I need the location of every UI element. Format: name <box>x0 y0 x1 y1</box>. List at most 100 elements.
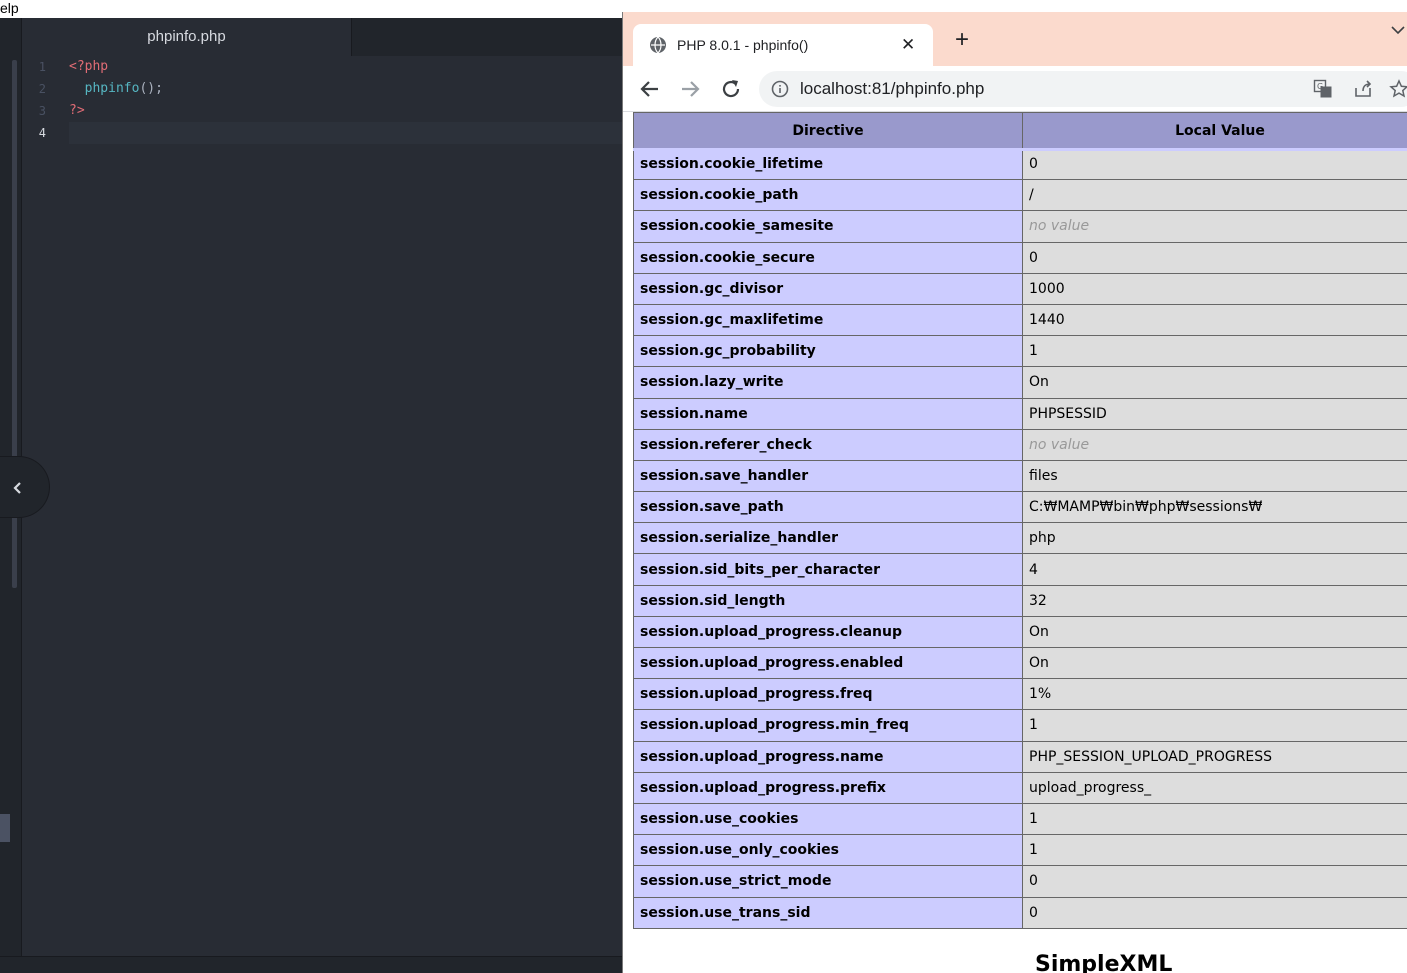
translate-icon[interactable]: G <box>1313 79 1333 99</box>
code-line-active[interactable] <box>69 122 622 144</box>
value-cell: 0 <box>1022 896 1407 929</box>
value-cell: 1 <box>1022 802 1407 836</box>
directive-cell: session.serialize_handler <box>633 522 1023 555</box>
table-row: session.lazy_write On <box>633 366 1407 399</box>
reload-icon[interactable] <box>719 77 743 101</box>
browser-toolbar: localhost:81/phpinfo.php G <box>623 66 1407 112</box>
table-row: session.cookie_path / <box>633 179 1407 212</box>
editor-tab-phpinfo[interactable]: phpinfo.php <box>22 18 352 56</box>
table-row: session.gc_divisor 1000 <box>633 272 1407 305</box>
table-header-row: Directive Local Value <box>633 112 1407 149</box>
table-row: session.gc_maxlifetime 1440 <box>633 303 1407 337</box>
os-menubar-strip: elp <box>0 0 622 18</box>
value-cell: 1 <box>1022 834 1407 867</box>
phpinfo-session-table: Directive Local Value session.cookie_lif… <box>633 112 1407 929</box>
php-open-tag: <?php <box>69 59 109 74</box>
directive-cell: session.use_trans_sid <box>633 896 1023 929</box>
line-number-active: 4 <box>38 126 46 140</box>
section-heading-simplexml: SimpleXML <box>1035 952 1173 973</box>
code-line[interactable]: phpinfo(); <box>69 78 622 100</box>
browser-window: PHP 8.0.1 - phpinfo() ✕ + localhost:81/p… <box>622 12 1407 973</box>
value-cell: 1000 <box>1022 272 1407 305</box>
table-cutoff-strip <box>633 148 1407 151</box>
table-row: session.sid_bits_per_character 4 <box>633 553 1407 586</box>
value-cell: PHP_SESSION_UPLOAD_PROGRESS <box>1022 740 1407 773</box>
browser-tab-phpinfo[interactable]: PHP 8.0.1 - phpinfo() ✕ <box>633 24 933 66</box>
directive-cell: session.sid_bits_per_character <box>633 553 1023 586</box>
value-cell: files <box>1022 459 1407 493</box>
directive-cell: session.referer_check <box>633 428 1023 461</box>
menu-fragment[interactable]: elp <box>0 0 19 16</box>
value-cell: / <box>1022 179 1407 212</box>
directive-column-header: Directive <box>633 112 1023 149</box>
code-line[interactable]: <?php <box>69 56 622 78</box>
address-bar[interactable]: localhost:81/phpinfo.php G <box>759 71 1407 107</box>
chevron-down-icon[interactable] <box>1388 20 1407 40</box>
value-cell: 1 <box>1022 335 1407 368</box>
code-line[interactable]: ?> <box>69 100 622 122</box>
directive-cell: session.upload_progress.min_freq <box>633 709 1023 742</box>
value-cell: 1440 <box>1022 303 1407 337</box>
line-number-gutter: 1 2 3 4 <box>22 56 66 144</box>
directive-cell: session.use_strict_mode <box>633 865 1023 898</box>
table-row: session.use_only_cookies 1 <box>633 834 1407 867</box>
editor-tabbar: phpinfo.php <box>22 18 622 56</box>
browser-tab-title: PHP 8.0.1 - phpinfo() <box>677 37 809 53</box>
editor-statusbar <box>0 956 622 973</box>
directive-cell: session.cookie_lifetime <box>633 147 1023 181</box>
value-cell: On <box>1022 615 1407 649</box>
table-row: session.cookie_samesite no value <box>633 210 1407 243</box>
svg-text:G: G <box>1317 82 1323 91</box>
local-value-column-header: Local Value <box>1022 112 1407 149</box>
directive-cell: session.cookie_path <box>633 179 1023 212</box>
directive-cell: session.name <box>633 397 1023 430</box>
value-cell: upload_progress_ <box>1022 771 1407 804</box>
back-arrow-icon[interactable] <box>638 77 662 101</box>
chevron-left-icon <box>12 482 21 494</box>
table-row: session.upload_progress.name PHP_SESSION_… <box>633 740 1407 773</box>
directive-cell: session.save_path <box>633 491 1023 524</box>
value-cell: On <box>1022 646 1407 680</box>
directive-cell: session.upload_progress.cleanup <box>633 615 1023 649</box>
value-cell: On <box>1022 366 1407 399</box>
editor-minimap-marker <box>0 814 10 842</box>
line-number: 1 <box>38 60 46 74</box>
table-row: session.save_handler files <box>633 459 1407 493</box>
value-cell: 0 <box>1022 147 1407 181</box>
punctuation: (); <box>139 81 163 96</box>
table-row: session.upload_progress.cleanup On <box>633 615 1407 649</box>
info-icon[interactable] <box>771 80 789 98</box>
table-row: session.cookie_secure 0 <box>633 241 1407 274</box>
table-row: session.use_cookies 1 <box>633 802 1407 836</box>
value-cell: 0 <box>1022 865 1407 898</box>
directive-cell: session.cookie_secure <box>633 241 1023 274</box>
url-text[interactable]: localhost:81/phpinfo.php <box>800 71 984 107</box>
code-area[interactable]: <?php phpinfo(); ?> <box>69 56 622 144</box>
browser-tabstrip: PHP 8.0.1 - phpinfo() ✕ + <box>623 12 1407 66</box>
php-close-tag: ?> <box>69 103 85 118</box>
sidebar-toggle-button[interactable] <box>0 456 50 518</box>
directive-cell: session.use_only_cookies <box>633 834 1023 867</box>
table-row: session.upload_progress.enabled On <box>633 646 1407 680</box>
page-viewport[interactable]: Directive Local Value session.cookie_lif… <box>623 112 1407 973</box>
close-tab-button[interactable]: ✕ <box>901 24 915 66</box>
directive-cell: session.upload_progress.name <box>633 740 1023 773</box>
bookmark-star-icon[interactable] <box>1389 79 1407 99</box>
table-row: session.sid_length 32 <box>633 584 1407 617</box>
table-row: session.use_trans_sid 0 <box>633 896 1407 929</box>
value-cell: PHPSESSID <box>1022 397 1407 430</box>
directive-cell: session.upload_progress.prefix <box>633 771 1023 804</box>
value-cell: 32 <box>1022 584 1407 617</box>
share-icon[interactable] <box>1353 79 1373 99</box>
new-tab-button[interactable]: + <box>948 26 976 54</box>
value-cell: no value <box>1022 210 1407 243</box>
directive-cell: session.gc_maxlifetime <box>633 303 1023 337</box>
table-body: session.cookie_lifetime 0 session.cookie_p… <box>633 147 1407 929</box>
value-cell: no value <box>1022 428 1407 461</box>
directive-cell: session.cookie_samesite <box>633 210 1023 243</box>
line-number: 2 <box>38 82 46 96</box>
directive-cell: session.save_handler <box>633 459 1023 493</box>
table-row: session.serialize_handler php <box>633 522 1407 555</box>
forward-arrow-icon[interactable] <box>678 77 702 101</box>
table-row: session.name PHPSESSID <box>633 397 1407 430</box>
